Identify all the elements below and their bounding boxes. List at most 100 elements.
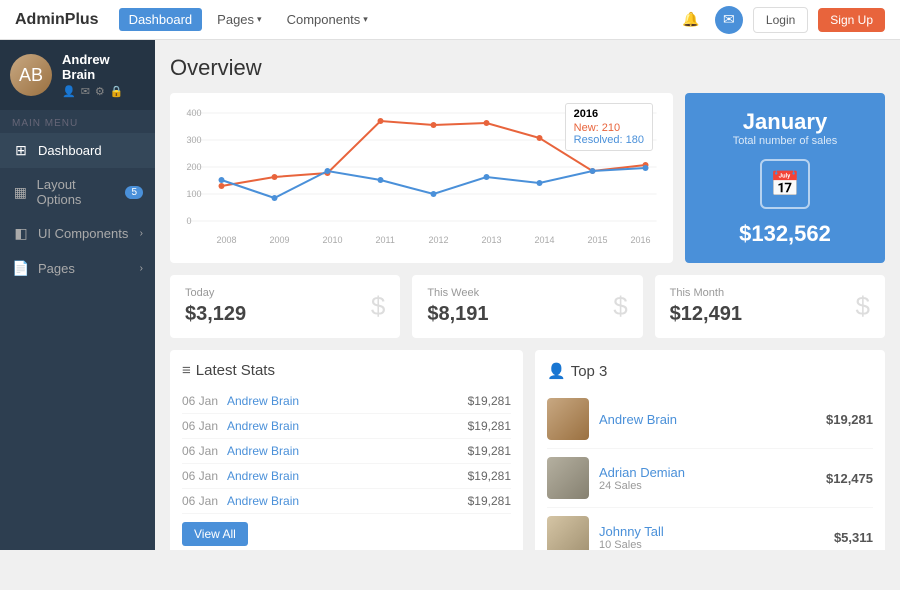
- pages-icon: 📄: [12, 260, 30, 277]
- main-menu-label: MAIN MENU: [0, 110, 155, 133]
- bottom-row: ≡ Latest Stats 06 Jan Andrew Brain $19,2…: [170, 350, 885, 550]
- svg-text:2015: 2015: [588, 235, 608, 245]
- latest-stats-title: ≡ Latest Stats: [182, 362, 511, 379]
- pages-caret: ▾: [257, 14, 262, 25]
- top3-card: 👤 Top 3 Andrew Brain $19,281 Adrian Demi…: [535, 350, 885, 550]
- top3-name-1: Andrew Brain: [599, 412, 816, 427]
- user-icon: 👤: [62, 85, 76, 98]
- svg-text:2011: 2011: [376, 235, 395, 245]
- nav-right: 🔔 ✉ Login Sign Up: [677, 6, 885, 34]
- nav-links: Dashboard Pages ▾ Components ▾: [119, 8, 677, 31]
- svg-text:200: 200: [187, 162, 202, 172]
- tooltip-resolved: Resolved: 180: [574, 134, 644, 146]
- stat-month-label: This Month: [670, 287, 742, 299]
- svg-text:2012: 2012: [429, 235, 449, 245]
- stat-dollar-icon-month: $: [856, 291, 870, 322]
- table-row: 06 Jan Andrew Brain $19,281: [182, 489, 511, 514]
- latest-stats-card: ≡ Latest Stats 06 Jan Andrew Brain $19,2…: [170, 350, 523, 550]
- top3-avatar-1: [547, 398, 589, 440]
- page-title: Overview: [170, 55, 885, 81]
- components-caret: ▾: [363, 14, 368, 25]
- layout-badge: 5: [125, 186, 143, 199]
- svg-text:400: 400: [187, 108, 202, 118]
- nav-dashboard[interactable]: Dashboard: [119, 8, 203, 31]
- dashboard-icon: ⊞: [12, 142, 30, 159]
- top-nav: AdminPlus Dashboard Pages ▾ Components ▾…: [0, 0, 900, 40]
- top3-amount-1: $19,281: [826, 412, 873, 427]
- calendar-amount: $132,562: [739, 221, 831, 247]
- top3-amount-3: $5,311: [834, 530, 873, 545]
- stats-row: Today $3,129 $ This Week $8,191 $ This M…: [170, 275, 885, 338]
- user-lock-icon: 🔒: [110, 85, 124, 98]
- top3-amount-2: $12,475: [826, 471, 873, 486]
- stat-dollar-icon-week: $: [613, 291, 627, 322]
- mail-icon[interactable]: ✉: [715, 6, 743, 34]
- table-row: 06 Jan Andrew Brain $19,281: [182, 414, 511, 439]
- sidebar-item-ui[interactable]: ◧ UI Components ›: [0, 216, 155, 251]
- tooltip-year: 2016: [574, 108, 644, 120]
- sidebar: AB Andrew Brain 👤 ✉ ⚙ 🔒 MAIN MENU ⊞ Dash…: [0, 40, 155, 550]
- svg-text:2008: 2008: [217, 235, 237, 245]
- user-mail-icon: ✉: [81, 85, 90, 98]
- chart-card: 400 300 200 100 0 2008 2009 2010 2011 20…: [170, 93, 673, 263]
- top-row: 400 300 200 100 0 2008 2009 2010 2011 20…: [170, 93, 885, 263]
- user-icons: 👤 ✉ ⚙ 🔒: [62, 85, 145, 98]
- top3-avatar-2: [547, 457, 589, 499]
- stat-today-value: $3,129: [185, 303, 246, 326]
- stat-today: Today $3,129 $: [170, 275, 400, 338]
- svg-text:2010: 2010: [323, 235, 343, 245]
- svg-text:2016: 2016: [631, 235, 651, 245]
- sidebar-item-layout[interactable]: ▦ Layout Options 5: [0, 168, 155, 216]
- calendar-subtitle: Total number of sales: [733, 135, 838, 147]
- nav-pages[interactable]: Pages ▾: [207, 8, 271, 31]
- login-button[interactable]: Login: [753, 7, 808, 33]
- avatar: AB: [10, 54, 52, 96]
- stats-table: 06 Jan Andrew Brain $19,281 06 Jan Andre…: [182, 389, 511, 514]
- layout-icon: ▦: [12, 184, 29, 201]
- sidebar-item-dashboard[interactable]: ⊞ Dashboard: [0, 133, 155, 168]
- user-name: Andrew Brain: [62, 52, 145, 82]
- top3-title: 👤 Top 3: [547, 362, 873, 380]
- latest-stats-icon: ≡: [182, 362, 191, 379]
- pages-arrow: ›: [140, 263, 143, 274]
- nav-components[interactable]: Components ▾: [277, 8, 378, 31]
- top3-name-3: Johnny Tall: [599, 524, 824, 539]
- table-row: 06 Jan Andrew Brain $19,281: [182, 389, 511, 414]
- list-item: Johnny Tall 10 Sales $5,311: [547, 508, 873, 550]
- stat-week-value: $8,191: [427, 303, 488, 326]
- calendar-card: January Total number of sales 📅 $132,562: [685, 93, 885, 263]
- stat-month-value: $12,491: [670, 303, 742, 326]
- bell-icon[interactable]: 🔔: [677, 6, 705, 34]
- top3-sub-2: 24 Sales: [599, 480, 816, 492]
- top3-sub-3: 10 Sales: [599, 539, 824, 551]
- list-item: Adrian Demian 24 Sales $12,475: [547, 449, 873, 508]
- view-all-button[interactable]: View All: [182, 522, 248, 546]
- ui-icon: ◧: [12, 225, 30, 242]
- svg-text:300: 300: [187, 135, 202, 145]
- top3-name-2: Adrian Demian: [599, 465, 816, 480]
- stat-week-label: This Week: [427, 287, 488, 299]
- svg-text:2014: 2014: [535, 235, 555, 245]
- svg-text:2009: 2009: [270, 235, 290, 245]
- svg-text:2013: 2013: [482, 235, 502, 245]
- user-section: AB Andrew Brain 👤 ✉ ⚙ 🔒: [0, 40, 155, 110]
- tooltip-new: New: 210: [574, 122, 644, 134]
- user-gear-icon: ⚙: [95, 85, 105, 98]
- top3-avatar-3: [547, 516, 589, 550]
- calendar-icon: 📅: [760, 159, 810, 209]
- chart-tooltip: 2016 New: 210 Resolved: 180: [565, 103, 653, 151]
- table-row: 06 Jan Andrew Brain $19,281: [182, 464, 511, 489]
- svg-text:100: 100: [187, 189, 202, 199]
- stat-month: This Month $12,491 $: [655, 275, 885, 338]
- ui-arrow: ›: [140, 228, 143, 239]
- calendar-month: January: [743, 109, 827, 135]
- list-item: Andrew Brain $19,281: [547, 390, 873, 449]
- sidebar-item-pages[interactable]: 📄 Pages ›: [0, 251, 155, 286]
- table-row: 06 Jan Andrew Brain $19,281: [182, 439, 511, 464]
- main-content: Overview 400 300 200 100 0 2008 2009 2: [155, 40, 900, 550]
- stat-dollar-icon-today: $: [371, 291, 385, 322]
- stat-week: This Week $8,191 $: [412, 275, 642, 338]
- svg-text:0: 0: [187, 216, 192, 226]
- top3-icon: 👤: [547, 362, 566, 380]
- signup-button[interactable]: Sign Up: [818, 8, 885, 32]
